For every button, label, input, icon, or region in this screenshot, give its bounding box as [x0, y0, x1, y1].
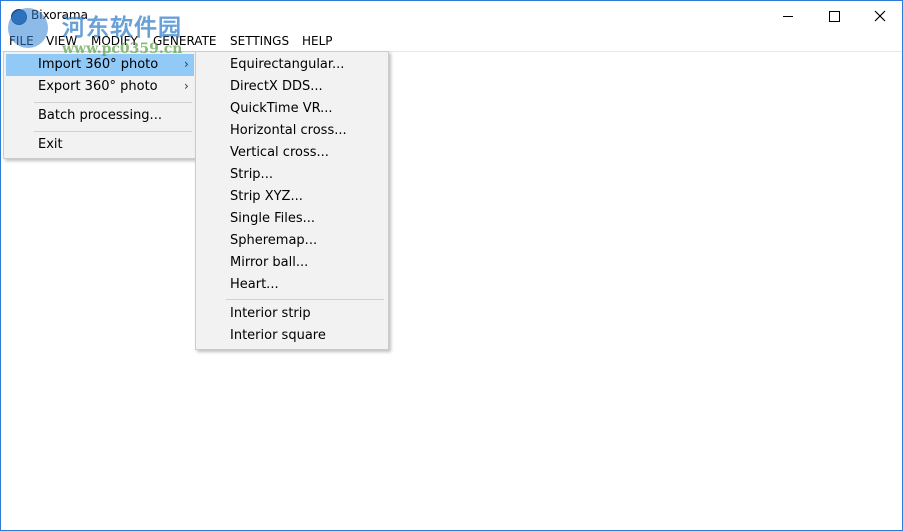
- submenu-item-label: Spheremap...: [230, 233, 318, 248]
- app-window: Bixorama FILE VIEW MODIFY GENERATE SETTI…: [0, 0, 903, 531]
- menu-item-batch-processing[interactable]: Batch processing...: [6, 105, 194, 127]
- submenu-item-label: Strip XYZ...: [230, 189, 303, 204]
- submenu-item-label: Interior strip: [230, 306, 311, 321]
- close-icon: [874, 10, 886, 22]
- minimize-button[interactable]: [765, 1, 811, 31]
- submenu-item-interior-strip[interactable]: Interior strip: [198, 303, 386, 325]
- menu-bar: FILE VIEW MODIFY GENERATE SETTINGS HELP: [1, 31, 902, 52]
- submenu-item-label: Interior square: [230, 328, 326, 343]
- submenu-item-heart[interactable]: Heart...: [198, 274, 386, 296]
- submenu-item-label: Vertical cross...: [230, 145, 329, 160]
- menu-separator: [34, 131, 192, 132]
- menu-item-label: Export 360° photo: [38, 79, 158, 94]
- menu-help[interactable]: HELP: [302, 34, 333, 48]
- close-button[interactable]: [857, 1, 903, 31]
- submenu-item-interior-square[interactable]: Interior square: [198, 325, 386, 347]
- menu-modify[interactable]: MODIFY: [91, 34, 138, 48]
- submenu-item-strip-xyz[interactable]: Strip XYZ...: [198, 186, 386, 208]
- submenu-item-equirectangular[interactable]: Equirectangular...: [198, 54, 386, 76]
- submenu-item-label: Horizontal cross...: [230, 123, 347, 138]
- menu-separator: [226, 299, 384, 300]
- menu-view[interactable]: VIEW: [46, 34, 77, 48]
- menu-item-label: Batch processing...: [38, 108, 162, 123]
- submenu-item-label: DirectX DDS...: [230, 79, 323, 94]
- maximize-icon: [828, 10, 840, 22]
- submenu-item-single-files[interactable]: Single Files...: [198, 208, 386, 230]
- submenu-item-label: Strip...: [230, 167, 273, 182]
- menu-item-label: Import 360° photo: [38, 57, 159, 72]
- submenu-item-label: QuickTime VR...: [230, 101, 333, 116]
- submenu-item-label: Single Files...: [230, 211, 316, 226]
- menu-item-export-360-photo[interactable]: Export 360° photo ›: [6, 76, 194, 98]
- submenu-item-spheremap[interactable]: Spheremap...: [198, 230, 386, 252]
- submenu-item-label: Heart...: [230, 277, 279, 292]
- menu-item-exit[interactable]: Exit: [6, 134, 194, 156]
- menu-item-import-360-photo[interactable]: Import 360° photo ›: [6, 54, 194, 76]
- file-menu-dropdown: Import 360° photo › Export 360° photo › …: [3, 51, 197, 159]
- submenu-item-label: Mirror ball...: [230, 255, 309, 270]
- menu-generate[interactable]: GENERATE: [153, 34, 216, 48]
- app-icon: [11, 9, 27, 25]
- window-title: Bixorama: [31, 8, 88, 22]
- menu-file[interactable]: FILE: [9, 34, 34, 48]
- import-360-photo-submenu: Equirectangular... DirectX DDS... QuickT…: [195, 51, 389, 350]
- minimize-icon: [783, 15, 793, 17]
- submenu-item-strip[interactable]: Strip...: [198, 164, 386, 186]
- submenu-item-directx-dds[interactable]: DirectX DDS...: [198, 76, 386, 98]
- submenu-item-vertical-cross[interactable]: Vertical cross...: [198, 142, 386, 164]
- chevron-right-icon: ›: [184, 57, 189, 71]
- chevron-right-icon: ›: [184, 79, 189, 93]
- submenu-item-label: Equirectangular...: [230, 57, 345, 72]
- menu-separator: [34, 102, 192, 103]
- menu-settings[interactable]: SETTINGS: [230, 34, 289, 48]
- submenu-item-quicktime-vr[interactable]: QuickTime VR...: [198, 98, 386, 120]
- submenu-item-mirror-ball[interactable]: Mirror ball...: [198, 252, 386, 274]
- title-bar[interactable]: Bixorama: [1, 1, 902, 31]
- submenu-item-horizontal-cross[interactable]: Horizontal cross...: [198, 120, 386, 142]
- maximize-button[interactable]: [811, 1, 857, 31]
- menu-item-label: Exit: [38, 137, 63, 152]
